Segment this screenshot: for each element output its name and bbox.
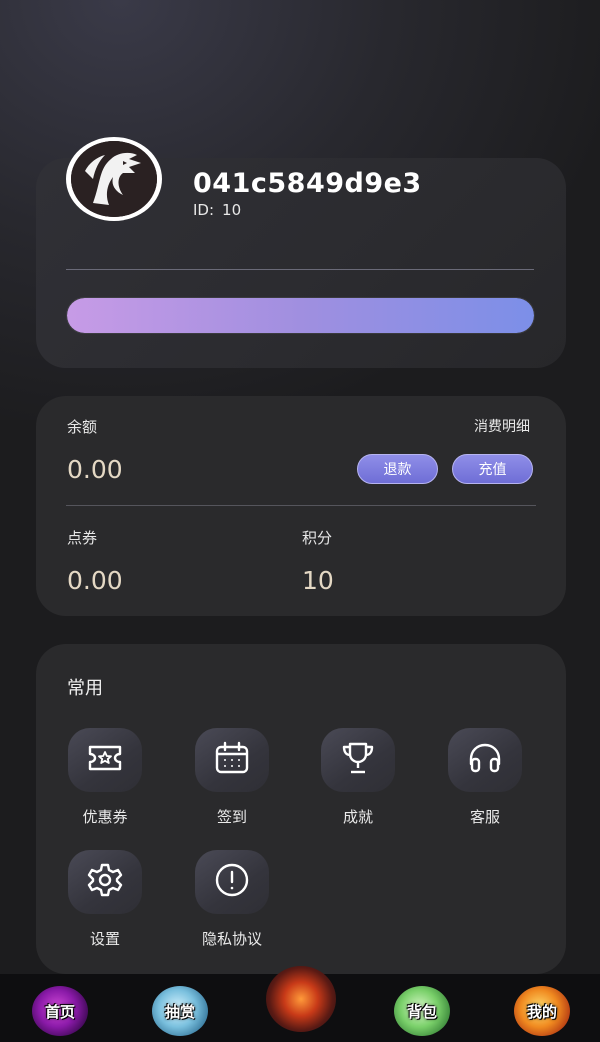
settings-button[interactable] bbox=[68, 850, 142, 914]
gear-icon bbox=[86, 861, 124, 903]
bottom-navigation: 首页 抽赏 背包 我的 bbox=[0, 966, 600, 1042]
dragon-logo-icon bbox=[71, 141, 157, 217]
username: 041c5849d9e3 bbox=[193, 168, 422, 199]
nav-center-emblem[interactable] bbox=[266, 966, 336, 1032]
user-id-value: 10 bbox=[222, 201, 242, 219]
balance-value: 0.00 bbox=[67, 455, 123, 484]
level-progress-bar bbox=[67, 298, 534, 333]
privacy-policy-button[interactable] bbox=[195, 850, 269, 914]
achievement-label: 成就 bbox=[342, 808, 373, 826]
avatar[interactable] bbox=[66, 137, 162, 221]
dragon-emblem-icon bbox=[266, 966, 336, 1032]
customer-service-button[interactable] bbox=[448, 728, 522, 792]
settings-label: 设置 bbox=[89, 930, 120, 948]
common-section-title: 常用 bbox=[67, 678, 103, 699]
coupon-points-label: 点券 bbox=[67, 529, 98, 547]
bag-orb-icon: 背包 bbox=[394, 986, 450, 1036]
mine-orb-icon: 我的 bbox=[514, 986, 570, 1036]
exclamation-circle-icon bbox=[213, 861, 251, 903]
nav-bag-label: 背包 bbox=[406, 1002, 437, 1021]
nav-draw[interactable]: 抽赏 bbox=[152, 986, 208, 1036]
nav-mine[interactable]: 我的 bbox=[514, 986, 570, 1036]
achievement-button[interactable] bbox=[321, 728, 395, 792]
calendar-icon bbox=[213, 741, 251, 779]
user-id: ID: 10 bbox=[193, 201, 241, 219]
level-progress-fill bbox=[67, 298, 534, 333]
balance-label: 余额 bbox=[67, 418, 98, 436]
nav-home-label: 首页 bbox=[44, 1002, 75, 1021]
user-id-label: ID: bbox=[193, 201, 215, 219]
nav-mine-label: 我的 bbox=[526, 1002, 557, 1021]
checkin-button[interactable] bbox=[195, 728, 269, 792]
privacy-policy-label: 隐私协议 bbox=[201, 930, 262, 948]
draw-orb-icon: 抽赏 bbox=[152, 986, 208, 1036]
coupon-points-value: 0.00 bbox=[67, 566, 123, 595]
home-orb-icon: 首页 bbox=[32, 986, 88, 1036]
consumption-details-link[interactable]: 消费明细 bbox=[474, 416, 530, 436]
nav-home[interactable]: 首页 bbox=[32, 986, 88, 1036]
coupon-label: 优惠券 bbox=[82, 808, 128, 826]
trophy-icon bbox=[339, 740, 377, 780]
nav-draw-label: 抽赏 bbox=[164, 1002, 195, 1021]
checkin-label: 签到 bbox=[216, 808, 247, 826]
headphones-icon bbox=[466, 740, 504, 780]
nav-bag[interactable]: 背包 bbox=[394, 986, 450, 1036]
customer-service-label: 客服 bbox=[469, 808, 500, 826]
balance-divider bbox=[66, 505, 536, 506]
profile-divider bbox=[66, 269, 534, 270]
recharge-button[interactable]: 充值 bbox=[452, 454, 533, 484]
score-label: 积分 bbox=[302, 529, 333, 547]
ticket-icon bbox=[86, 742, 124, 778]
coupon-button[interactable] bbox=[68, 728, 142, 792]
refund-button[interactable]: 退款 bbox=[357, 454, 438, 484]
score-value: 10 bbox=[302, 566, 334, 595]
